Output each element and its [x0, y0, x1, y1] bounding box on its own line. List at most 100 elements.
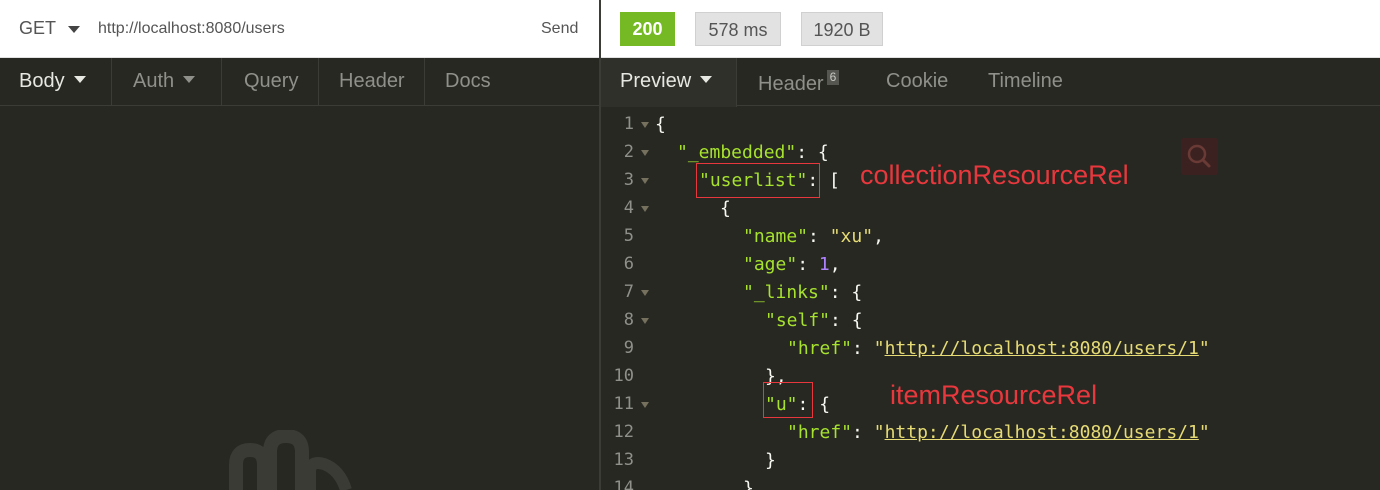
- line-number: 7: [623, 282, 634, 302]
- tab-auth[interactable]: Auth: [133, 70, 196, 93]
- json-key: "href": [787, 338, 853, 359]
- fold-caret-icon[interactable]: [641, 178, 649, 184]
- json-key: "self": [765, 310, 831, 331]
- tab-divider: [111, 58, 112, 106]
- json-punct: ,: [829, 254, 841, 275]
- code-text: "href": "http://localhost:8080/users/1": [787, 422, 1210, 443]
- annotation-box-u: [763, 382, 813, 418]
- fold-caret-icon[interactable]: [641, 290, 649, 296]
- line-number: 1: [623, 114, 634, 134]
- json-link[interactable]: http://localhost:8080/users/1: [885, 338, 1199, 359]
- search-button[interactable]: [1181, 138, 1218, 175]
- annotation-collection-resource-rel: collectionResourceRel: [860, 160, 1129, 190]
- json-punct: : {: [830, 310, 863, 331]
- response-size-badge: 1920 B: [801, 12, 883, 46]
- json-key: "href": [787, 422, 853, 443]
- send-button[interactable]: Send: [541, 20, 578, 38]
- tab-preview[interactable]: Preview: [620, 70, 713, 93]
- json-punct: :: [797, 254, 819, 275]
- json-number: 1: [818, 254, 830, 275]
- code-text: }: [765, 450, 776, 471]
- code-text: "href": "http://localhost:8080/users/1": [787, 338, 1210, 359]
- line-number: 13: [613, 450, 634, 470]
- url-input[interactable]: http://localhost:8080/users: [98, 20, 285, 38]
- status-badge: 200: [620, 12, 675, 46]
- json-key: "_embedded": [677, 142, 797, 163]
- json-key: "age": [743, 254, 798, 275]
- json-punct: : {: [829, 282, 863, 303]
- code-line: 7 "_links": {: [601, 279, 1380, 307]
- code-text: {: [655, 114, 666, 135]
- tab-docs[interactable]: Docs: [445, 70, 491, 93]
- code-text: "name": "xu",: [743, 226, 884, 247]
- code-line: 8 "self": {: [601, 307, 1380, 335]
- code-line: 14 },: [601, 475, 1380, 490]
- json-string: "xu": [829, 226, 874, 247]
- json-punct: :: [808, 226, 830, 247]
- json-punct: : {: [796, 142, 829, 163]
- code-line: 12 "href": "http://localhost:8080/users/…: [601, 419, 1380, 447]
- line-number: 11: [613, 394, 634, 414]
- tab-cookie[interactable]: Cookie: [886, 70, 948, 93]
- line-number: 14: [613, 478, 634, 490]
- line-number: 5: [623, 226, 634, 246]
- tab-divider: [424, 58, 425, 106]
- line-number: 6: [623, 254, 634, 274]
- fold-caret-icon[interactable]: [641, 318, 649, 324]
- json-punct: ,: [873, 226, 884, 247]
- json-key: "name": [743, 226, 809, 247]
- code-text: "_embedded": {: [677, 142, 829, 163]
- tab-header[interactable]: Header: [339, 70, 405, 93]
- app-logo-icon: [229, 430, 352, 490]
- line-number: 4: [623, 198, 634, 218]
- tab-header[interactable]: Header 6: [758, 70, 840, 96]
- json-punct: :: [852, 338, 874, 359]
- json-quote: ": [873, 338, 885, 359]
- code-line: 6 "age": 1,: [601, 251, 1380, 279]
- fold-caret-icon[interactable]: [641, 122, 649, 128]
- request-pane: GET http://localhost:8080/users Send Bod…: [0, 0, 600, 490]
- code-line: 1 {: [601, 111, 1380, 139]
- json-punct: :: [852, 422, 874, 443]
- response-tabs: Preview Header 6 Cookie Timeline: [601, 58, 1380, 107]
- fold-caret-icon[interactable]: [641, 150, 649, 156]
- annotation-box-userlist: [696, 163, 820, 198]
- search-icon: [1187, 144, 1211, 168]
- tab-timeline[interactable]: Timeline: [988, 70, 1063, 93]
- fold-caret-icon[interactable]: [641, 206, 649, 212]
- chevron-down-icon: [73, 76, 86, 83]
- response-time-badge: 578 ms: [695, 12, 781, 46]
- line-number: 10: [613, 366, 634, 386]
- code-line: 5 "name": "xu",: [601, 223, 1380, 251]
- request-tabs: Body Auth Query Header Docs: [0, 58, 600, 106]
- line-number: 9: [623, 338, 634, 358]
- code-line: 13 }: [601, 447, 1380, 475]
- response-pane: 200 578 ms 1920 B Preview Header 6 Cookie…: [601, 0, 1380, 490]
- header-count-badge: 6: [826, 70, 840, 85]
- chevron-down-icon[interactable]: [68, 26, 80, 33]
- code-text: "self": {: [765, 310, 863, 331]
- code-text: "age": 1,: [743, 254, 841, 275]
- tab-query[interactable]: Query: [244, 70, 298, 93]
- code-text: {: [720, 198, 731, 219]
- line-number: 2: [623, 142, 634, 162]
- annotation-item-resource-rel: itemResourceRel: [890, 380, 1098, 410]
- chevron-down-icon: [183, 76, 196, 83]
- line-number: 12: [613, 422, 634, 442]
- status-bar: 200 578 ms 1920 B: [601, 0, 1380, 58]
- line-number: 3: [623, 170, 634, 190]
- line-number: 8: [623, 310, 634, 330]
- method-selector[interactable]: GET: [19, 18, 56, 39]
- tab-divider: [318, 58, 319, 106]
- fold-caret-icon[interactable]: [641, 402, 649, 408]
- chevron-down-icon: [700, 76, 713, 83]
- code-text: },: [743, 478, 765, 490]
- json-quote: ": [1198, 422, 1210, 443]
- json-quote: ": [1198, 338, 1210, 359]
- tab-body[interactable]: Body: [19, 70, 86, 93]
- json-quote: ": [873, 422, 885, 443]
- json-link[interactable]: http://localhost:8080/users/1: [885, 422, 1199, 443]
- json-key: "_links": [743, 282, 830, 303]
- url-bar: GET http://localhost:8080/users Send: [0, 0, 600, 58]
- code-text: "_links": {: [743, 282, 862, 303]
